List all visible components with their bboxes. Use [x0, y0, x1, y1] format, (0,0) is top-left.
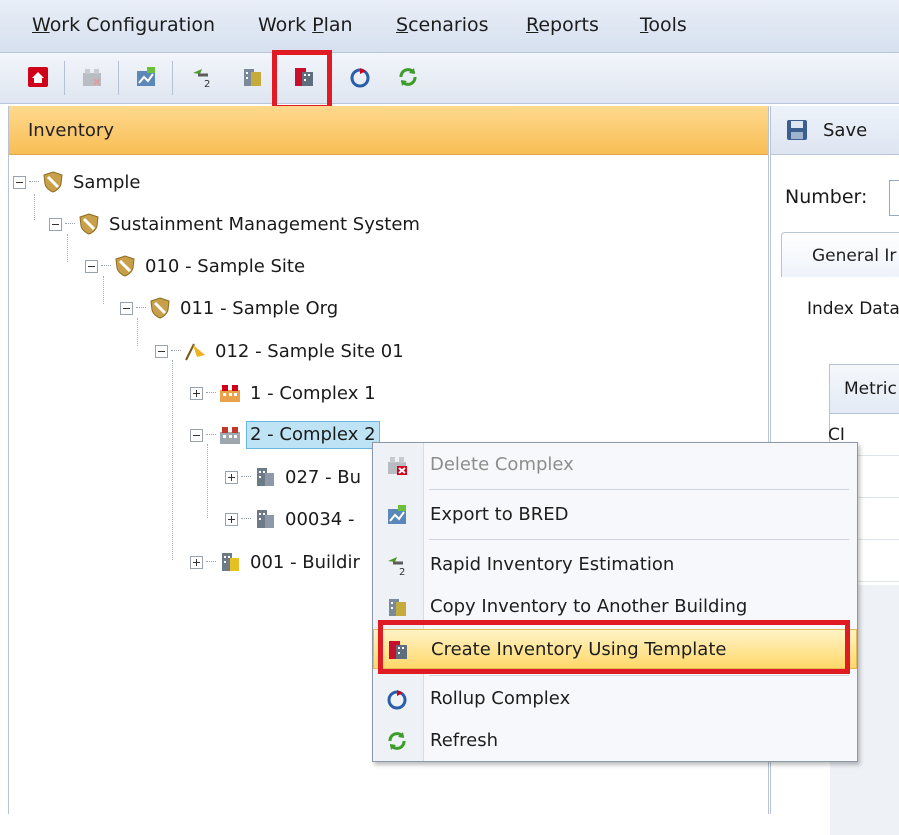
flag-icon — [183, 339, 207, 363]
tree-node-building-027[interactable]: 027 - Bu — [225, 464, 361, 490]
complex-icon — [218, 423, 242, 447]
export-bred-icon — [385, 503, 409, 527]
tree-node-sample-site-01[interactable]: 012 - Sample Site 01 — [155, 338, 404, 364]
refresh-icon — [385, 729, 409, 753]
shield-icon — [77, 212, 101, 236]
tree-node-building-001[interactable]: 001 - Buildir — [190, 549, 360, 575]
tree-node-label: 00034 - — [285, 508, 355, 530]
expand-icon[interactable] — [225, 470, 238, 484]
tree-node-label: 011 - Sample Org — [180, 297, 339, 319]
delete-complex-icon[interactable] — [78, 63, 106, 91]
menu-reports[interactable]: Reports — [526, 14, 599, 36]
collapse-icon[interactable] — [120, 301, 133, 315]
tree-node-complex-1[interactable]: 1 - Complex 1 — [190, 380, 376, 406]
expand-icon[interactable] — [190, 386, 203, 400]
complex-icon — [218, 381, 242, 405]
toolbar: 2 — [0, 53, 899, 104]
expand-icon[interactable] — [190, 555, 203, 569]
menu-item-delete-complex[interactable]: Delete Complex — [373, 445, 857, 485]
tree-node-label: 027 - Bu — [285, 466, 362, 488]
rollup-icon — [385, 687, 409, 711]
home-icon[interactable] — [24, 63, 52, 91]
toolbar-highlight-box — [272, 50, 332, 110]
collapse-icon[interactable] — [13, 175, 26, 189]
tree-node-sample[interactable]: Sample — [13, 169, 141, 195]
shield-icon — [113, 254, 137, 278]
grid-header: Metric — [830, 365, 899, 414]
copy-inventory-icon[interactable] — [238, 63, 266, 91]
tree-node-complex-2[interactable]: 2 - Complex 2 — [190, 421, 380, 449]
collapse-icon[interactable] — [85, 259, 98, 273]
menu-item-rollup-complex[interactable]: Rollup Complex — [373, 679, 857, 719]
building-icon — [253, 465, 277, 489]
tab-general[interactable]: General Ir — [781, 232, 899, 277]
index-data-label: Index Data — [807, 299, 899, 319]
menu-item-rapid-inventory[interactable]: 2 Rapid Inventory Estimation — [373, 545, 857, 585]
menu-item-export-bred[interactable]: Export to BRED — [373, 495, 857, 535]
rollup-icon[interactable] — [346, 63, 374, 91]
collapse-icon[interactable] — [155, 344, 168, 358]
shield-icon — [148, 296, 172, 320]
tree-node-label: Sample — [73, 171, 141, 193]
tree-node-sample-org[interactable]: 011 - Sample Org — [120, 295, 338, 321]
rapid-inventory-icon: 2 — [385, 553, 409, 578]
menu-tools[interactable]: Tools — [640, 14, 687, 36]
building-icon — [253, 507, 277, 531]
tree-node-label: Sustainment Management System — [109, 213, 420, 235]
svg-text:2: 2 — [204, 79, 210, 89]
tree-node-label: 001 - Buildir — [250, 551, 360, 573]
number-field[interactable] — [889, 180, 899, 216]
save-icon[interactable] — [785, 118, 809, 142]
menu-work-plan[interactable]: Work Plan — [258, 14, 353, 36]
collapse-icon[interactable] — [49, 217, 62, 231]
save-toolbar: Save — [771, 106, 899, 155]
menu-bar: Work Configuration Work Plan Scenarios R… — [0, 0, 899, 53]
tree-node-sample-site[interactable]: 010 - Sample Site — [85, 253, 305, 279]
menu-work-configuration[interactable]: Work Configuration — [32, 14, 215, 36]
tree-node-label: 010 - Sample Site — [145, 255, 306, 277]
tree-node-building-00034[interactable]: 00034 - — [225, 506, 354, 532]
inventory-header: Inventory — [9, 106, 768, 155]
collapse-icon[interactable] — [190, 428, 203, 442]
context-menu-highlight-box — [378, 620, 850, 674]
refresh-icon[interactable] — [394, 63, 422, 91]
menu-item-refresh[interactable]: Refresh — [373, 721, 857, 761]
copy-inventory-icon — [385, 595, 409, 619]
tree-node-label-selected: 2 - Complex 2 — [246, 421, 380, 449]
context-menu: Delete Complex Export to BRED 2 Rapid In… — [372, 442, 858, 762]
svg-text:2: 2 — [399, 567, 405, 577]
tree-node-sms[interactable]: Sustainment Management System — [49, 211, 420, 237]
number-label: Number: — [785, 186, 868, 208]
menu-scenarios[interactable]: Scenarios — [396, 14, 489, 36]
shield-icon — [41, 170, 65, 194]
save-button[interactable]: Save — [823, 120, 867, 141]
tree-node-label: 1 - Complex 1 — [250, 382, 376, 404]
expand-icon[interactable] — [225, 512, 238, 526]
delete-complex-icon — [385, 453, 409, 477]
export-bred-icon[interactable] — [132, 63, 160, 91]
tree-node-label: 012 - Sample Site 01 — [215, 340, 404, 362]
building-yellow-icon — [218, 550, 242, 574]
rapid-inventory-icon[interactable]: 2 — [188, 63, 216, 91]
